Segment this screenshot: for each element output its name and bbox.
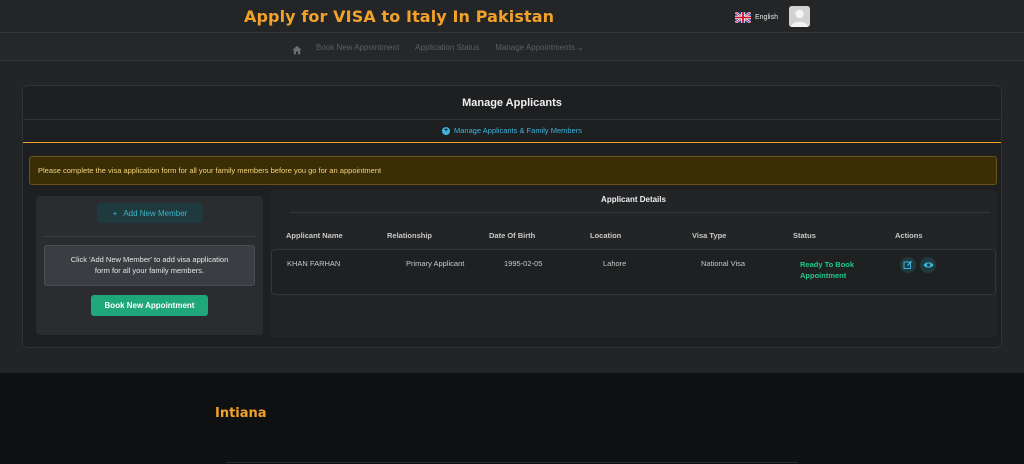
top-bar: Apply for VISA to Italy In Pakistan Engl… [0, 0, 1024, 32]
nav-book-new-appointment[interactable]: Book New Appointment [316, 43, 399, 52]
warning-alert: Please complete the visa application for… [29, 156, 997, 185]
language-label: English [755, 14, 778, 21]
status-badge: Ready To Book Appointment [800, 259, 870, 281]
add-new-member-label: Add New Member [123, 208, 188, 218]
nav-application-status[interactable]: Application Status [415, 43, 479, 52]
table-row: KHAN FARHAN Primary Applicant 1995-02-05… [271, 249, 996, 295]
status-line: Appointment [800, 271, 847, 280]
tab-manage-applicants[interactable]: + Manage Applicants & Family Members [23, 126, 1001, 135]
applicant-details-title: Applicant Details [601, 195, 666, 204]
divider [23, 119, 1001, 120]
language-selector[interactable]: English [735, 12, 778, 23]
plus-icon: + [112, 208, 118, 218]
tab-underline [23, 142, 1001, 143]
avatar-icon [789, 6, 810, 27]
site-title: Apply for VISA to Italy In Pakistan [244, 7, 555, 26]
info-message: Click 'Add New Member' to add visa appli… [44, 245, 255, 286]
applicant-relationship: Primary Applicant [406, 259, 465, 268]
applicant-details: Applicant Details Applicant Name Relatio… [270, 190, 997, 337]
footer: Intiana [0, 373, 1024, 464]
edit-icon [903, 260, 913, 269]
tab-label: Manage Applicants & Family Members [454, 126, 582, 135]
nav-manage-appointments[interactable]: Manage Appointments ⌄ [495, 43, 584, 52]
footer-divider [226, 462, 798, 463]
column-header-visa-type: Visa Type [692, 231, 727, 240]
manage-applicants-card: Manage Applicants + Manage Applicants & … [22, 85, 1002, 348]
divider [290, 212, 990, 213]
card-title: Manage Applicants [462, 97, 562, 109]
applicant-name: KHAN FARHAN [287, 259, 341, 268]
main-nav: Book New Appointment Application Status … [0, 32, 1024, 61]
applicant-location: Lahore [603, 259, 627, 268]
column-header-relationship: Relationship [387, 231, 433, 240]
book-new-appointment-button[interactable]: Book New Appointment [91, 295, 208, 316]
footer-brand: Intiana [215, 406, 267, 421]
applicant-dob: 1995-02-05 [504, 259, 543, 268]
view-button[interactable] [920, 257, 936, 273]
column-header-status: Status [793, 231, 816, 240]
divider [43, 236, 256, 237]
column-header-actions: Actions [895, 231, 923, 240]
info-line: Click 'Add New Member' to add visa appli… [70, 255, 229, 264]
column-header-location: Location [590, 231, 622, 240]
status-line: Ready To Book [800, 260, 855, 269]
info-line: form for all your family members. [94, 266, 205, 275]
column-header-name: Applicant Name [286, 231, 343, 240]
column-header-dob: Date Of Birth [489, 231, 536, 240]
uk-flag-icon [735, 12, 751, 23]
edit-button[interactable] [900, 257, 916, 273]
info-circle-icon: + [442, 126, 451, 135]
home-icon[interactable] [292, 42, 302, 55]
family-members-panel: + Add New Member Click 'Add New Member' … [36, 196, 263, 335]
avatar[interactable] [789, 6, 810, 27]
eye-icon [923, 262, 933, 268]
add-new-member-button[interactable]: + Add New Member [97, 203, 203, 223]
applicant-visa-type: National Visa [701, 259, 746, 268]
